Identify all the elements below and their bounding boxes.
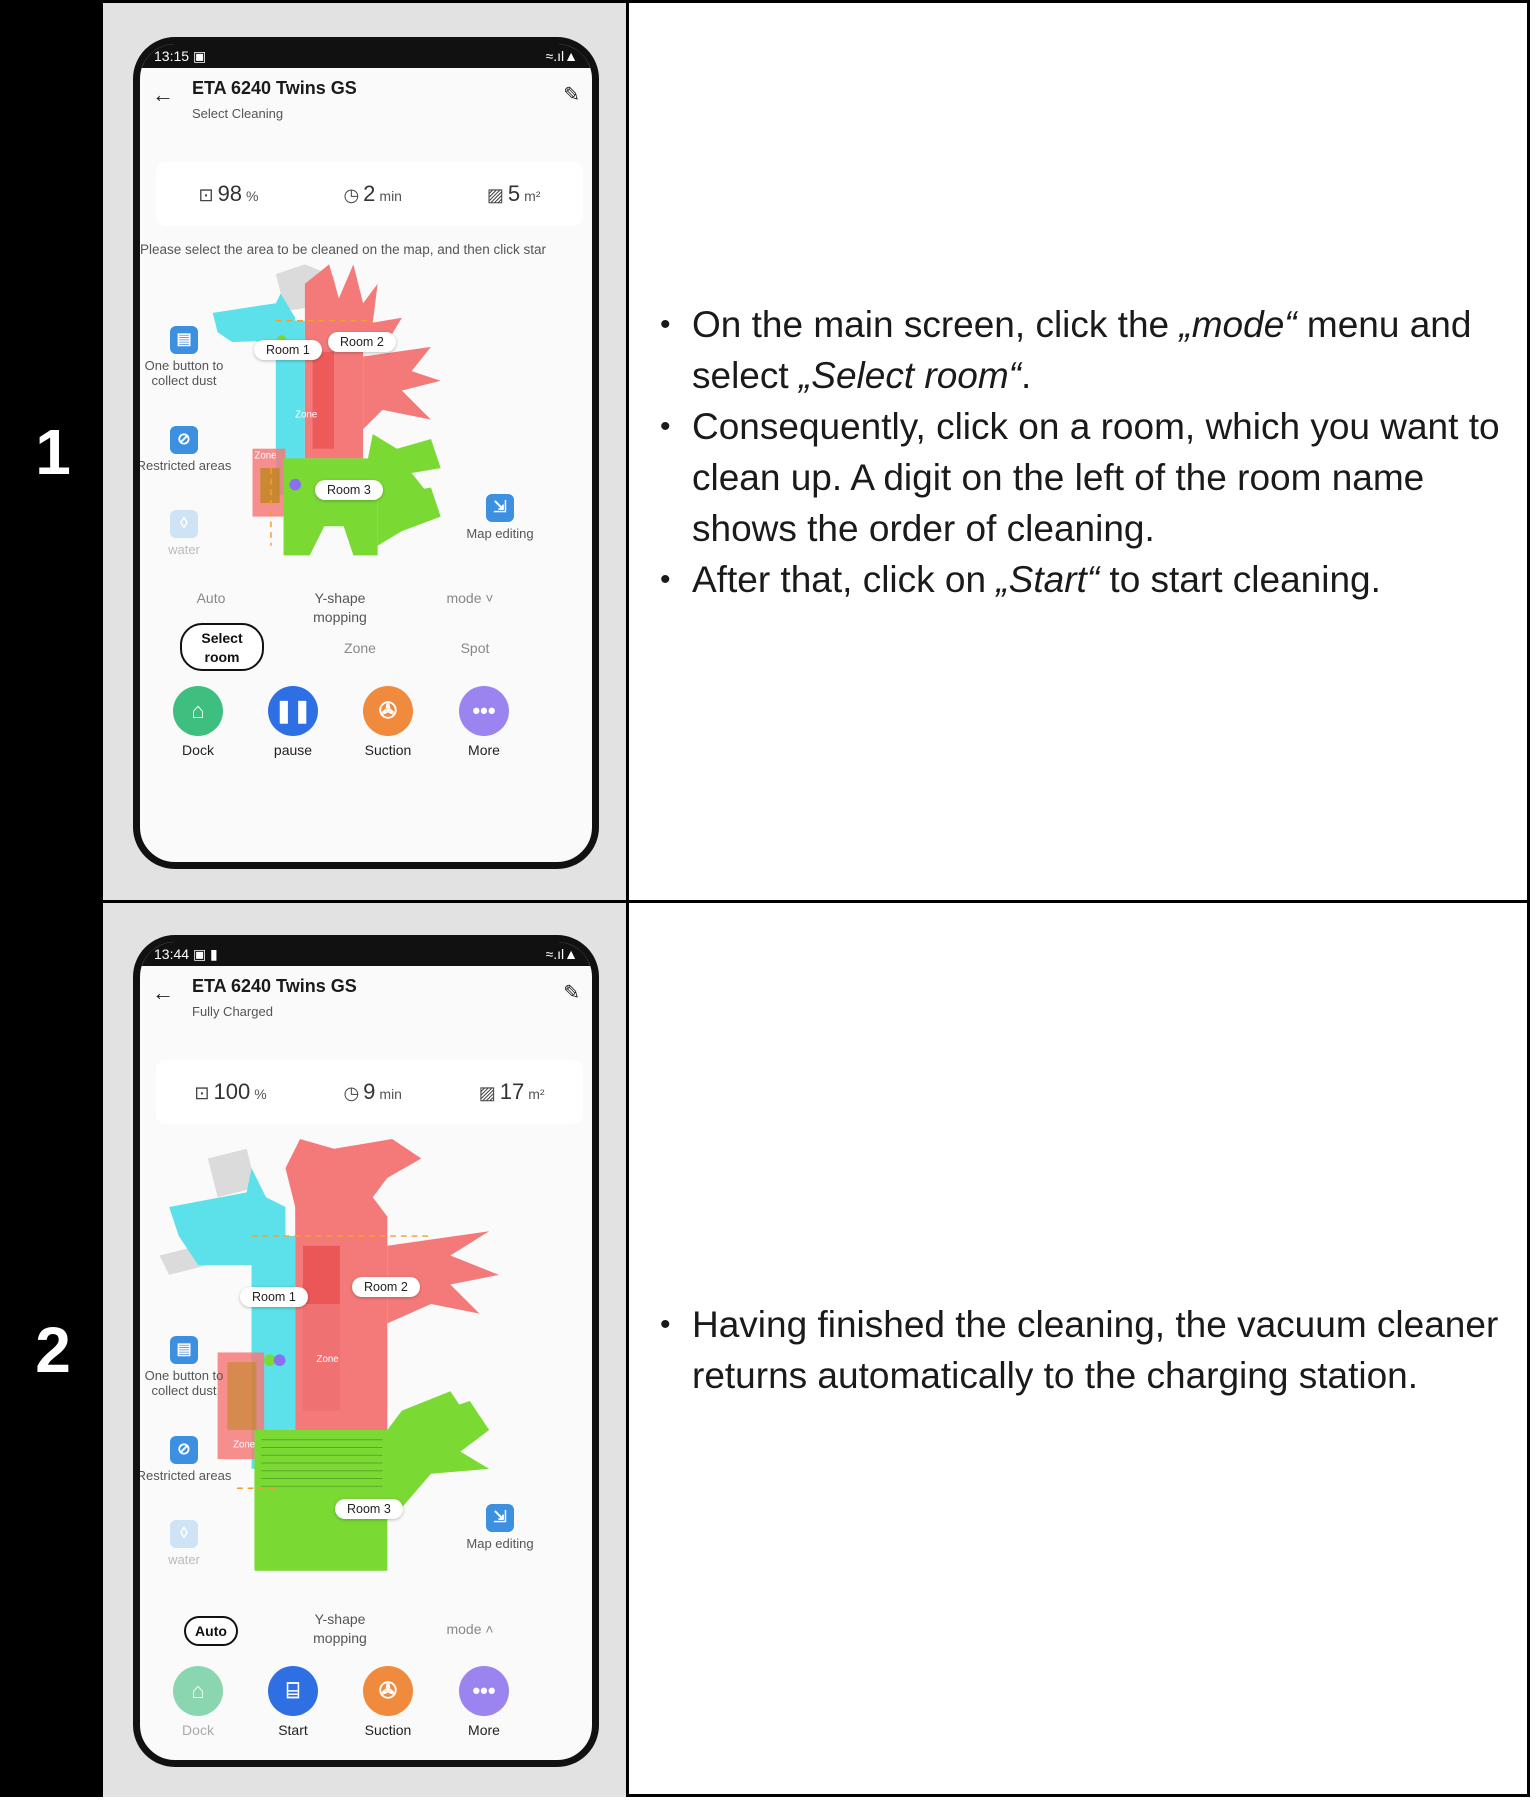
battery-icon: ⊡ bbox=[194, 1083, 210, 1103]
phone-screenshot-2: 13:44 ▣ ▮ ≈.ıl▲ ← ETA 6240 Twins GS Full… bbox=[133, 935, 599, 1767]
dust-bin-icon: ▤ bbox=[170, 326, 198, 354]
pause-button[interactable]: ❚❚ pause bbox=[243, 686, 343, 758]
action-bar: ⌂ Dock ❚❚ pause ✇ Suction ••• More bbox=[140, 686, 592, 766]
restricted-areas-tool[interactable]: ⊘ Restricted areas bbox=[140, 1436, 234, 1483]
back-arrow-icon[interactable]: ← bbox=[152, 980, 174, 1006]
water-tool[interactable]: ◊ water bbox=[140, 510, 234, 557]
edit-icon[interactable]: ✎ bbox=[563, 980, 580, 1005]
area-icon: ▨ bbox=[478, 1083, 496, 1103]
area-icon: ▨ bbox=[486, 185, 504, 205]
more-dots-icon: ••• bbox=[459, 1666, 509, 1716]
suction-button[interactable]: ✇ Suction bbox=[338, 686, 438, 758]
zone-label: Zone bbox=[233, 1440, 255, 1451]
status-time: 13:15 bbox=[154, 48, 190, 64]
signal-icon: ≈.ıl▲ bbox=[545, 946, 578, 962]
app-header: ← ETA 6240 Twins GS Fully Charged ✎ bbox=[140, 966, 592, 1032]
more-dots-icon: ••• bbox=[459, 686, 509, 736]
zone-label: Zone bbox=[254, 450, 276, 461]
mode-auto[interactable]: Auto bbox=[176, 589, 246, 608]
map-edit-icon: ⇲ bbox=[486, 1504, 514, 1532]
map-edit-icon: ⇲ bbox=[486, 494, 514, 522]
battery-icon: ⊡ bbox=[198, 185, 214, 205]
room-label-2[interactable]: Room 2 bbox=[352, 1277, 420, 1297]
notification-icon: ▣ bbox=[192, 48, 207, 64]
device-title: ETA 6240 Twins GS bbox=[192, 78, 357, 98]
zone-label: Zone bbox=[317, 1354, 339, 1365]
collect-dust-tool[interactable]: ▤ One button to collect dust bbox=[140, 1336, 234, 1398]
dock-button[interactable]: ⌂ Dock bbox=[148, 686, 248, 758]
dock-button[interactable]: ⌂ Dock bbox=[148, 1666, 248, 1738]
room-label-3[interactable]: Room 3 bbox=[335, 1499, 403, 1519]
mode-spot[interactable]: Spot bbox=[435, 639, 515, 658]
instruction-list: On the main screen, click the „mode“ men… bbox=[656, 299, 1515, 605]
step-number: 1 bbox=[3, 3, 103, 900]
room-label-1[interactable]: Room 1 bbox=[254, 340, 322, 360]
clock-icon: ◷ bbox=[343, 185, 360, 205]
area-stat: ▨ 17 m² bbox=[478, 1079, 545, 1104]
stats-card: ⊡ 98% ◷ 2 min ▨ 5 m² bbox=[156, 162, 583, 226]
clock-icon: ◷ bbox=[343, 1083, 360, 1103]
action-bar: ⌂ Dock ⌸ Start ✇ Suction ••• More bbox=[140, 1666, 592, 1746]
instruction-item: Consequently, click on a room, which you… bbox=[656, 401, 1515, 554]
map-editing-tool[interactable]: ⇲ Map editing bbox=[450, 494, 550, 541]
mode-y-shape[interactable]: Y-shape mopping bbox=[290, 589, 390, 627]
battery-stat: ⊡ 98% bbox=[198, 181, 259, 206]
instruction-cell: On the main screen, click the „mode“ men… bbox=[632, 3, 1527, 900]
pause-icon: ❚❚ bbox=[268, 686, 318, 736]
status-bar: 13:15 ▣ ≈.ıl▲ bbox=[140, 44, 592, 68]
room-label-1[interactable]: Room 1 bbox=[240, 1287, 308, 1307]
home-icon: ⌂ bbox=[173, 686, 223, 736]
more-button[interactable]: ••• More bbox=[434, 1666, 534, 1738]
broom-icon: ⌸ bbox=[268, 1666, 318, 1716]
area-stat: ▨ 5 m² bbox=[486, 181, 541, 206]
status-time: 13:44 bbox=[154, 946, 190, 962]
instruction-list: Having finished the cleaning, the vacuum… bbox=[656, 1299, 1515, 1401]
suction-button[interactable]: ✇ Suction bbox=[338, 1666, 438, 1738]
time-stat: ◷ 9 min bbox=[343, 1079, 402, 1104]
fan-icon: ✇ bbox=[363, 686, 413, 736]
phone-screenshot-1: 13:15 ▣ ≈.ıl▲ ← ETA 6240 Twins GS Select… bbox=[133, 37, 599, 869]
home-icon: ⌂ bbox=[173, 1666, 223, 1716]
collect-dust-tool[interactable]: ▤ One button to collect dust bbox=[140, 326, 234, 388]
restricted-areas-tool[interactable]: ⊘ Restricted areas bbox=[140, 426, 234, 473]
dust-bin-icon: ▤ bbox=[170, 1336, 198, 1364]
time-stat: ◷ 2 min bbox=[343, 181, 402, 206]
back-arrow-icon[interactable]: ← bbox=[152, 82, 174, 108]
instruction-item: Having finished the cleaning, the vacuum… bbox=[656, 1299, 1515, 1401]
fan-icon: ✇ bbox=[363, 1666, 413, 1716]
instruction-cell: Having finished the cleaning, the vacuum… bbox=[632, 903, 1527, 1797]
zone-label: Zone bbox=[295, 410, 317, 421]
device-status: Fully Charged bbox=[192, 1004, 273, 1019]
battery-stat: ⊡ 100% bbox=[194, 1079, 267, 1104]
water-drop-icon: ◊ bbox=[170, 1520, 198, 1548]
device-status: Select Cleaning bbox=[192, 106, 284, 121]
notification-icon: ▣ ▮ bbox=[192, 946, 218, 962]
edit-icon[interactable]: ✎ bbox=[563, 82, 580, 107]
mode-y-shape[interactable]: Y-shape mopping bbox=[290, 1610, 390, 1648]
status-bar: 13:44 ▣ ▮ ≈.ıl▲ bbox=[140, 942, 592, 966]
step-number: 2 bbox=[3, 903, 103, 1797]
app-header: ← ETA 6240 Twins GS Select Cleaning ✎ bbox=[140, 68, 592, 134]
map-editing-tool[interactable]: ⇲ Map editing bbox=[450, 1504, 550, 1551]
mode-menu[interactable]: mode ˅ bbox=[430, 589, 510, 608]
mode-menu[interactable]: mode ˄ bbox=[430, 1620, 510, 1639]
instruction-item: After that, click on „Start“ to start cl… bbox=[656, 554, 1515, 605]
stats-card: ⊡ 100% ◷ 9 min ▨ 17 m² bbox=[156, 1060, 583, 1124]
instruction-item: On the main screen, click the „mode“ men… bbox=[656, 299, 1515, 401]
water-drop-icon: ◊ bbox=[170, 510, 198, 538]
room-label-2[interactable]: Room 2 bbox=[328, 332, 396, 352]
room-label-3[interactable]: Room 3 bbox=[315, 480, 383, 500]
device-title: ETA 6240 Twins GS bbox=[192, 976, 357, 996]
map-hint: Please select the area to be cleaned on … bbox=[140, 242, 547, 257]
mode-select-room[interactable]: Select room bbox=[180, 623, 264, 671]
start-button[interactable]: ⌸ Start bbox=[243, 1666, 343, 1738]
signal-icon: ≈.ıl▲ bbox=[545, 48, 578, 64]
mode-auto[interactable]: Auto bbox=[184, 1616, 238, 1646]
mode-zone[interactable]: Zone bbox=[320, 639, 400, 658]
water-tool[interactable]: ◊ water bbox=[140, 1520, 234, 1567]
more-button[interactable]: ••• More bbox=[434, 686, 534, 758]
restricted-icon: ⊘ bbox=[170, 1436, 198, 1464]
restricted-icon: ⊘ bbox=[170, 426, 198, 454]
